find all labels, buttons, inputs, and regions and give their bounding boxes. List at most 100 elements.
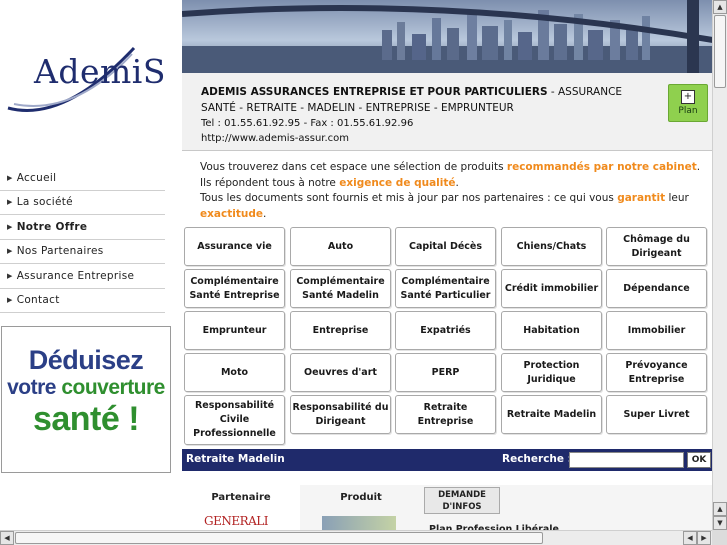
nav-item-label: Accueil: [16, 171, 57, 184]
intro-paragraph-2: Tous les documents sont fournis et mis à…: [200, 191, 712, 222]
demande-infos-button[interactable]: DEMANDE D'INFOS: [424, 487, 500, 514]
horizontal-scroll-thumb[interactable]: [15, 532, 543, 544]
intro-paragraph-1: Vous trouverez dans cet espace une sélec…: [200, 160, 712, 191]
plan-button-label: Plan: [678, 106, 698, 116]
product-tile-label: Dépendance: [623, 282, 690, 294]
search-label: Recherche :: [502, 453, 572, 465]
intro-text-part: leur: [665, 192, 689, 204]
search-ok-button[interactable]: OK: [687, 452, 711, 468]
plan-button[interactable]: + Plan: [668, 84, 708, 122]
product-tile[interactable]: Moto: [184, 353, 285, 392]
product-tile[interactable]: Habitation: [501, 311, 602, 350]
product-tile-label: Complémentaire Santé Entreprise: [189, 275, 280, 301]
vertical-scrollbar[interactable]: ▲ ▲ ▼: [712, 0, 727, 530]
tab-partenaire-label: Partenaire: [211, 492, 271, 503]
promo-line-1: Déduisez: [28, 345, 144, 375]
sitemap-icon: +: [681, 90, 695, 104]
product-tile[interactable]: PERP: [395, 353, 496, 392]
product-tile[interactable]: Emprunteur: [184, 311, 285, 350]
intro-text: Vous trouverez dans cet espace une sélec…: [200, 160, 712, 222]
nav-item-2[interactable]: ▶ Notre Offre: [0, 215, 165, 240]
scroll-up-icon[interactable]: ▲: [713, 0, 727, 14]
company-phone: Tel : 01.55.61.92.95 - Fax : 01.55.61.92…: [201, 118, 414, 129]
logo-text: AdemiS: [34, 52, 166, 91]
product-tile[interactable]: Responsabilité du Dirigeant: [290, 395, 391, 434]
product-tile[interactable]: Crédit immobilier: [501, 269, 602, 308]
product-thumbnail[interactable]: [322, 516, 396, 530]
product-tile[interactable]: Retraite Entreprise: [395, 395, 496, 434]
product-tile-label: Responsabilité Civile Professionnelle: [193, 400, 276, 439]
search-input[interactable]: [569, 452, 684, 468]
product-tile[interactable]: Complémentaire Santé Madelin: [290, 269, 391, 308]
product-tile-label: PERP: [431, 366, 460, 378]
nav-arrow-icon: ▶: [7, 247, 13, 256]
product-tile-label: Super Livret: [623, 408, 690, 420]
product-tile-label: Entreprise: [312, 324, 369, 336]
product-tile-label: Prévoyance Entreprise: [625, 359, 688, 385]
intro-highlight: recommandés par notre cabinet: [506, 161, 697, 173]
product-tile[interactable]: Dépendance: [606, 269, 707, 308]
company-url[interactable]: http://www.ademis-assur.com: [201, 131, 413, 146]
product-tile[interactable]: Chiens/Chats: [501, 227, 602, 266]
product-tile[interactable]: Complémentaire Santé Entreprise: [184, 269, 285, 308]
nav-item-0[interactable]: ▶ Accueil: [0, 166, 165, 191]
scroll-up-icon[interactable]: ▲: [713, 502, 727, 516]
product-tile-label: Oeuvres d'art: [304, 366, 377, 378]
intro-text-part: Vous trouverez dans cet espace une sélec…: [200, 161, 507, 173]
scroll-right-icon[interactable]: ▶: [697, 531, 711, 545]
nav-item-label: Nos Partenaires: [16, 245, 104, 258]
product-tile[interactable]: Immobilier: [606, 311, 707, 350]
product-tile-label: Retraite Madelin: [506, 408, 597, 420]
scrollbar-corner: [712, 530, 727, 545]
product-tile[interactable]: Protection Juridique: [501, 353, 602, 392]
nav-item-label: Contact: [16, 294, 60, 307]
scroll-left-icon[interactable]: ◀: [0, 531, 14, 545]
nav-arrow-icon: ▶: [7, 222, 13, 231]
intro-highlight: exactitude: [200, 207, 263, 220]
nav-item-1[interactable]: ▶ La société: [0, 191, 165, 215]
nav-item-3[interactable]: ▶ Nos Partenaires: [0, 240, 165, 264]
horizontal-scrollbar[interactable]: ◀ ◀ ▶: [0, 530, 712, 545]
product-tile[interactable]: Chômage du Dirigeant: [606, 227, 707, 266]
product-tile[interactable]: Expatriés: [395, 311, 496, 350]
product-tile-label: Expatriés: [420, 324, 471, 336]
intro-text-part: .: [455, 176, 459, 189]
product-tile[interactable]: Entreprise: [290, 311, 391, 350]
product-tile-label: Chiens/Chats: [516, 240, 587, 252]
nav-item-5[interactable]: ▶ Contact: [0, 289, 165, 313]
product-tile[interactable]: Responsabilité Civile Professionnelle: [184, 395, 285, 445]
product-tile-label: Auto: [327, 240, 354, 252]
product-tile-label: Capital Décès: [408, 240, 482, 252]
product-tile-label: Complémentaire Santé Particulier: [400, 275, 491, 301]
nav-item-label: Notre Offre: [16, 220, 88, 233]
nav-item-label: La société: [16, 196, 73, 209]
product-tile[interactable]: Auto: [290, 227, 391, 266]
scroll-left-icon[interactable]: ◀: [683, 531, 697, 545]
product-tile[interactable]: Retraite Madelin: [501, 395, 602, 434]
product-tile-label: Moto: [220, 366, 249, 378]
partner-logo-generali[interactable]: GENERALI: [204, 514, 269, 528]
product-tile[interactable]: Oeuvres d'art: [290, 353, 391, 392]
product-tile[interactable]: Assurance vie: [184, 227, 285, 266]
product-tabs: Partenaire Produit DEMANDE D'INFOS GENER…: [182, 485, 713, 535]
product-tile-label: Emprunteur: [202, 324, 267, 336]
vertical-scroll-thumb[interactable]: [714, 15, 726, 88]
nav-item-4[interactable]: ▶ Assurance Entreprise: [0, 264, 165, 289]
company-contact: Tel : 01.55.61.92.95 - Fax : 01.55.61.92…: [201, 116, 413, 146]
product-tile-label: Assurance vie: [197, 240, 272, 252]
product-tile-label: Retraite Entreprise: [417, 401, 474, 427]
product-tile[interactable]: Complémentaire Santé Particulier: [395, 269, 496, 308]
product-tile[interactable]: Super Livret: [606, 395, 707, 434]
product-tile[interactable]: Prévoyance Entreprise: [606, 353, 707, 392]
intro-text-part: Tous les documents sont fournis et mis à…: [200, 192, 618, 204]
city-skyline-image: [182, 0, 713, 73]
logo[interactable]: AdemiS: [0, 0, 180, 150]
intro-text-part: .: [262, 207, 267, 220]
scroll-down-icon[interactable]: ▼: [713, 516, 727, 530]
nav-arrow-icon: ▶: [7, 296, 13, 305]
promo-banner[interactable]: Déduisez votre couverture santé !: [1, 326, 171, 473]
company-description: ADEMIS ASSURANCES ENTREPRISE ET POUR PAR…: [201, 84, 641, 116]
product-tile[interactable]: Capital Décès: [395, 227, 496, 266]
product-tile-label: Habitation: [523, 324, 580, 336]
promo-line-2a: votre: [7, 376, 56, 399]
